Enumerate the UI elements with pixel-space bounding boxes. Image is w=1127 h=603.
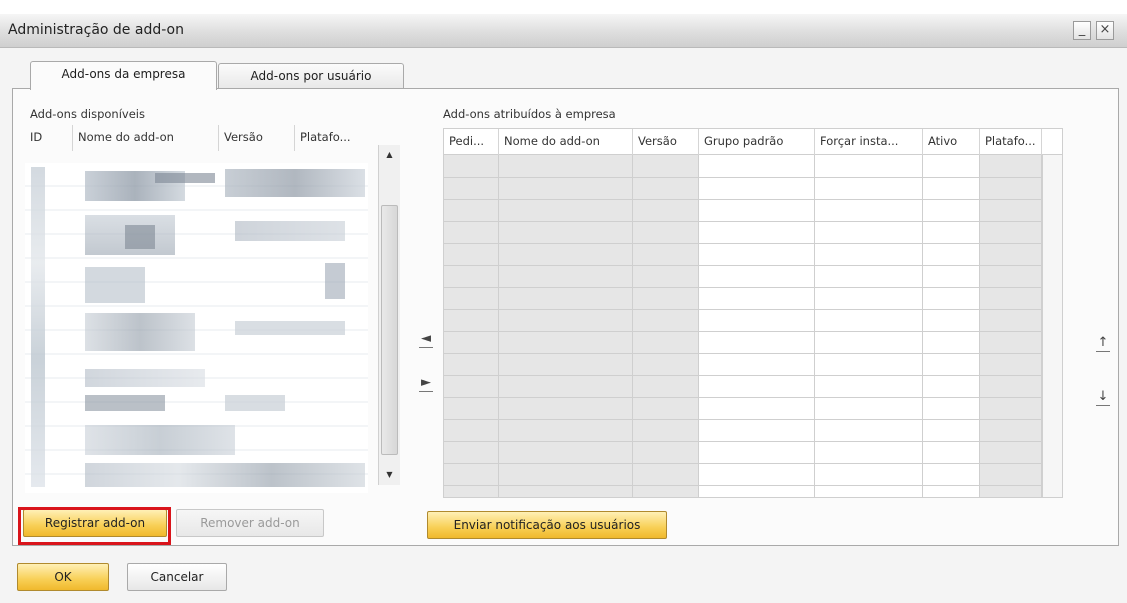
move-left-button[interactable]: ◄ — [415, 329, 437, 351]
column-header-name[interactable]: Nome do add-on — [499, 129, 633, 155]
column-header-order[interactable]: Pedi... — [444, 129, 499, 155]
grid-row-line — [444, 177, 1042, 178]
window-title: Administração de add-on — [8, 22, 184, 38]
grid-row-line — [444, 441, 1042, 442]
tab-company-addons[interactable]: Add-ons da empresa — [30, 61, 217, 90]
ok-button[interactable]: OK — [17, 563, 109, 591]
remove-addon-button[interactable]: Remover add-on — [176, 509, 324, 537]
minimize-button[interactable]: _ — [1073, 21, 1091, 40]
grid-row-line — [444, 375, 1042, 376]
move-right-button[interactable]: ► — [415, 373, 437, 395]
move-up-button[interactable]: ↑ — [1092, 333, 1114, 355]
grid-row-line — [444, 485, 1042, 486]
column-header-force-install[interactable]: Forçar insta... — [815, 129, 923, 155]
window-titlebar: Administração de add-on _ × — [0, 14, 1127, 48]
move-down-button[interactable]: ↓ — [1092, 387, 1114, 409]
column-header-active[interactable]: Ativo — [923, 129, 980, 155]
column-header-version[interactable]: Versão — [219, 125, 295, 151]
grid-row-line — [444, 199, 1042, 200]
available-addons-label: Add-ons disponíveis — [30, 107, 145, 121]
grid-row-line — [444, 221, 1042, 222]
available-addons-header: ID Nome do add-on Versão Platafo... — [25, 125, 368, 151]
assigned-addons-header: Pedi... Nome do add-on Versão Grupo padr… — [444, 129, 1062, 155]
cancel-button[interactable]: Cancelar — [127, 563, 227, 591]
column-header-version[interactable]: Versão — [633, 129, 699, 155]
grid-row-line — [444, 265, 1042, 266]
scroll-down-icon[interactable]: ▼ — [379, 465, 400, 485]
scroll-thumb[interactable] — [381, 205, 398, 455]
assigned-grid-scrollbar[interactable] — [1042, 155, 1062, 497]
available-list-scrollbar[interactable]: ▲ ▼ — [378, 145, 400, 485]
grid-row-line — [444, 397, 1042, 398]
column-header-id[interactable]: ID — [25, 125, 73, 151]
grid-row-line — [444, 309, 1042, 310]
grid-row-line — [444, 353, 1042, 354]
close-icon: × — [1099, 22, 1111, 37]
tab-label: Add-ons da empresa — [61, 67, 186, 81]
scroll-up-icon[interactable]: ▲ — [379, 145, 400, 165]
column-header-platform[interactable]: Platafo... — [295, 125, 368, 151]
grid-row-line — [444, 243, 1042, 244]
grid-row-line — [444, 419, 1042, 420]
move-left-icon: ◄ — [421, 331, 431, 346]
highlight-box — [18, 507, 171, 545]
minimize-icon: _ — [1078, 22, 1086, 37]
close-button[interactable]: × — [1096, 21, 1114, 40]
grid-row-line — [444, 463, 1042, 464]
tab-label: Add-ons por usuário — [250, 69, 372, 83]
grid-row-line — [444, 331, 1042, 332]
move-up-icon: ↑ — [1097, 335, 1109, 350]
move-right-icon: ► — [421, 375, 431, 390]
column-header-name[interactable]: Nome do add-on — [73, 125, 219, 151]
assigned-addons-label: Add-ons atribuídos à empresa — [443, 107, 616, 121]
grid-row-line — [444, 287, 1042, 288]
move-down-icon: ↓ — [1097, 389, 1109, 404]
column-header-platform[interactable]: Platafo... — [980, 129, 1042, 155]
available-addons-list[interactable] — [25, 163, 368, 493]
assigned-addons-grid[interactable]: Pedi... Nome do add-on Versão Grupo padr… — [443, 128, 1063, 498]
notify-users-button[interactable]: Enviar notificação aos usuários — [427, 511, 667, 539]
column-header-default-group[interactable]: Grupo padrão — [699, 129, 815, 155]
tab-user-addons[interactable]: Add-ons por usuário — [218, 63, 404, 90]
